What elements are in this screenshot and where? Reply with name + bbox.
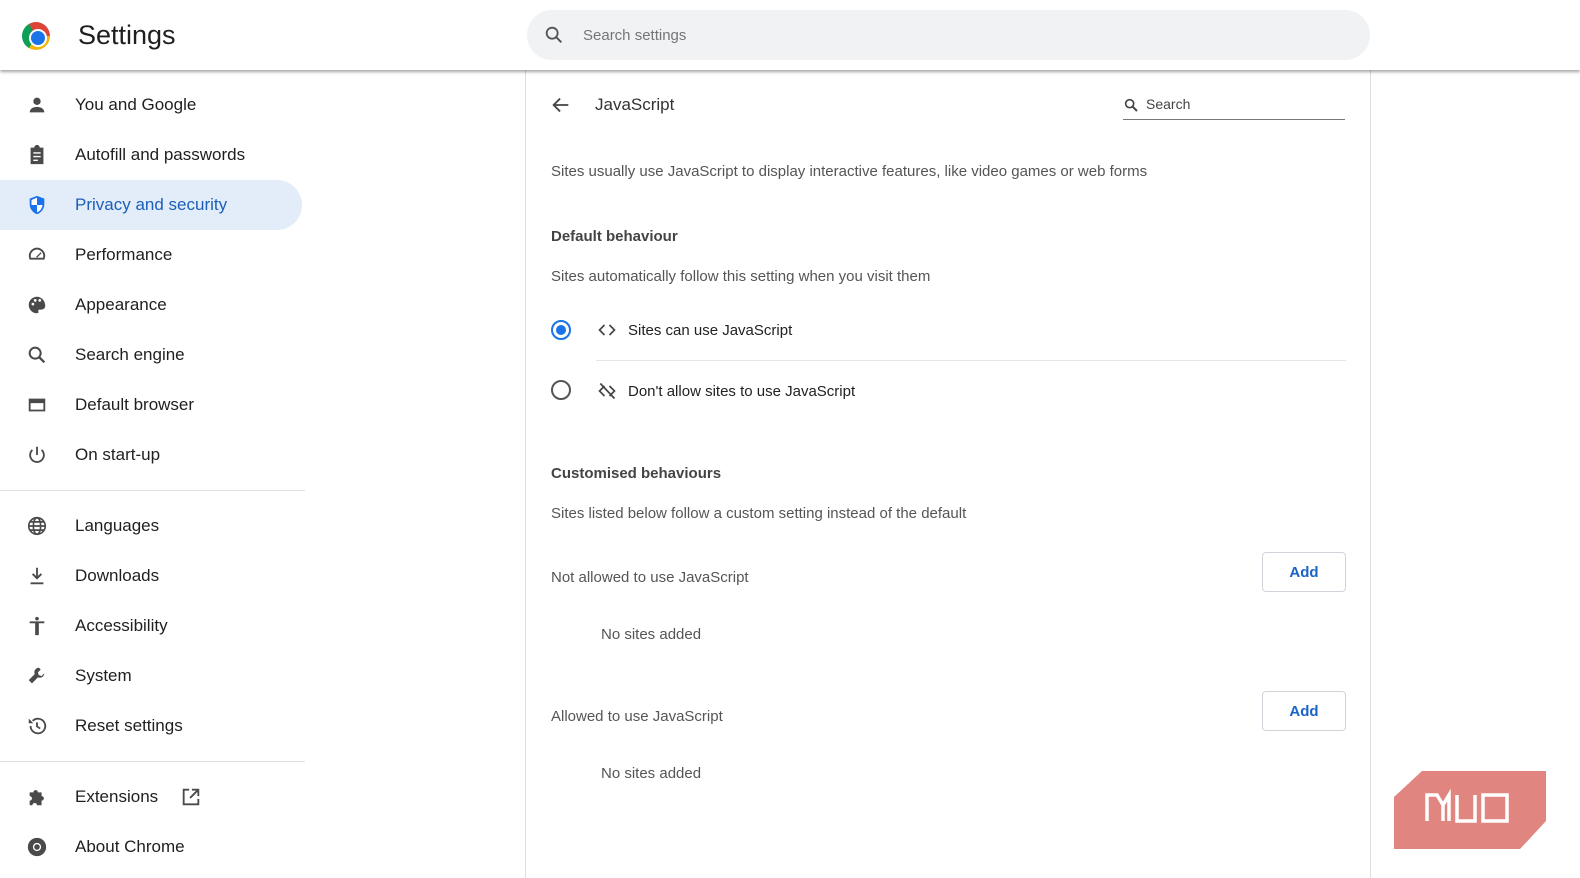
gauge-icon [0,244,75,266]
customised-behaviours-heading: Customised behaviours [551,465,722,482]
globe-icon [0,515,75,537]
power-icon [0,444,75,466]
add-allowed-button[interactable]: Add [1262,691,1346,731]
sidebar-item-extensions[interactable]: Extensions [0,772,305,822]
search-icon [0,344,75,366]
allowed-empty: No sites added [601,765,702,782]
clipboard-icon [0,144,75,166]
sidebar-item-privacy[interactable]: Privacy and security [0,180,302,230]
search-icon [1124,98,1138,112]
chrome-icon [0,836,75,858]
sidebar-item-label: System [75,666,132,685]
option-label: Don't allow sites to use JavaScript [628,382,856,400]
sidebar-item-label: Autofill and passwords [75,145,246,164]
sidebar: You and Google Autofill and passwords Pr… [0,80,305,872]
settings-search[interactable] [527,10,1370,60]
option-allow-javascript[interactable]: Sites can use JavaScript [596,320,792,340]
sidebar-item-languages[interactable]: Languages [0,501,305,551]
app-title: Settings [78,20,176,50]
download-icon [0,565,75,587]
radio-block-javascript[interactable] [551,380,571,400]
sidebar-item-label: About Chrome [75,837,185,856]
puzzle-icon [0,786,75,808]
settings-search-input[interactable] [583,26,1183,44]
back-arrow-icon[interactable] [550,94,572,116]
sidebar-item-label: You and Google [75,95,197,114]
sidebar-divider [0,490,305,491]
customised-behaviours-subtitle: Sites listed below follow a custom setti… [551,505,967,522]
sidebar-item-label: Reset settings [75,716,183,735]
shield-icon [0,194,75,216]
option-block-javascript[interactable]: Don't allow sites to use JavaScript [596,381,855,401]
sidebar-item-label: Appearance [75,295,167,314]
person-icon [0,94,75,116]
sidebar-item-appearance[interactable]: Appearance [0,280,305,330]
external-link-icon [182,788,200,806]
sidebar-item-performance[interactable]: Performance [0,230,305,280]
accessibility-icon [0,615,75,637]
page-description: Sites usually use JavaScript to display … [551,163,1148,180]
sidebar-item-reset[interactable]: Reset settings [0,701,305,751]
sidebar-item-label: Privacy and security [75,195,228,214]
sidebar-item-label: Accessibility [75,616,168,635]
browser-icon [0,394,75,416]
option-label: Sites can use JavaScript [628,321,793,339]
muo-watermark-logo [1394,771,1546,849]
sidebar-item-accessibility[interactable]: Accessibility [0,601,305,651]
chrome-logo-icon [22,22,50,50]
history-icon [0,715,75,737]
add-not-allowed-button[interactable]: Add [1262,552,1346,592]
radio-allow-javascript[interactable] [551,320,571,340]
page-search-placeholder: Search [1146,96,1191,112]
allowed-label: Allowed to use JavaScript [551,708,723,725]
default-behaviour-subtitle: Sites automatically follow this setting … [551,268,931,285]
sidebar-item-label: Extensions [75,787,159,806]
sidebar-item-label: Search engine [75,345,185,364]
sidebar-item-autofill[interactable]: Autofill and passwords [0,130,305,180]
sidebar-item-label: Downloads [75,566,160,585]
sidebar-item-startup[interactable]: On start-up [0,430,305,480]
page-search-input[interactable]: Search [1123,92,1345,120]
top-bar: Settings [0,0,1580,70]
sidebar-item-system[interactable]: System [0,651,305,701]
sidebar-item-about-chrome[interactable]: About Chrome [0,822,305,872]
search-icon [545,26,563,44]
page-title: JavaScript [595,95,675,114]
sidebar-item-label: On start-up [75,445,161,464]
sidebar-item-default-browser[interactable]: Default browser [0,380,305,430]
sidebar-item-label: Languages [75,516,160,535]
sidebar-item-search-engine[interactable]: Search engine [0,330,305,380]
javascript-settings-card: JavaScript Search Sites usually use Java… [525,70,1371,878]
default-behaviour-heading: Default behaviour [551,228,678,245]
not-allowed-label: Not allowed to use JavaScript [551,569,749,586]
sidebar-item-label: Default browser [75,395,195,414]
sidebar-item-label: Performance [75,245,173,264]
sidebar-item-you-and-google[interactable]: You and Google [0,80,305,130]
option-divider [596,360,1346,361]
code-off-icon [598,382,616,400]
palette-icon [0,294,75,316]
code-icon [598,324,616,336]
sidebar-divider [0,761,305,762]
not-allowed-empty: No sites added [601,626,702,643]
sidebar-item-downloads[interactable]: Downloads [0,551,305,601]
wrench-icon [0,665,75,687]
